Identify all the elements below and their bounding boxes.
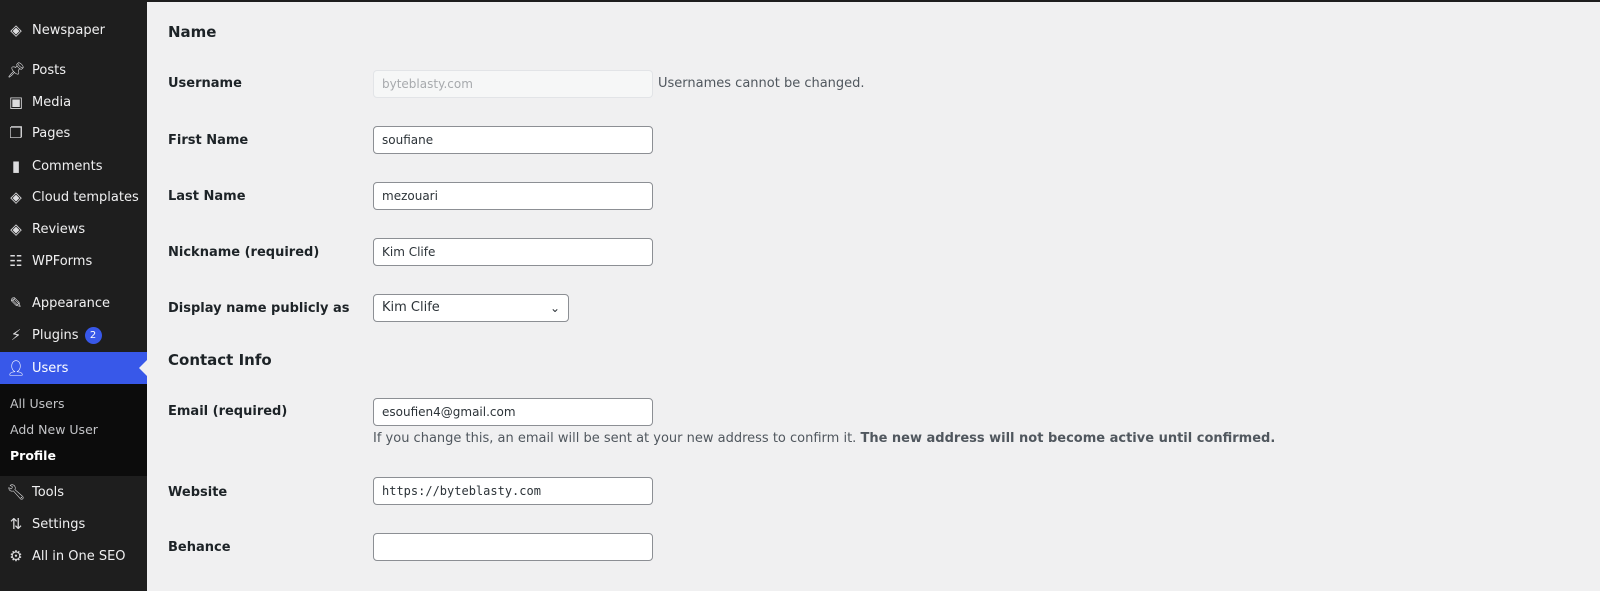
first-name-label: First Name [168, 133, 249, 148]
sidebar-item-wpforms[interactable]: ☷ WPForms [0, 245, 147, 277]
sidebar-item-posts[interactable]: 📌︎ Posts [0, 54, 147, 86]
submenu-all-users[interactable]: All Users [10, 396, 64, 411]
email-note: If you change this, an email will be sen… [373, 431, 1276, 446]
nickname-input[interactable]: Kim Clife [373, 238, 653, 266]
website-input[interactable]: https://byteblasty.com [373, 477, 653, 505]
chevron-down-icon: ⌄ [549, 301, 560, 315]
form-icon: ☷ [9, 252, 23, 270]
nickname-label: Nickname (required) [168, 245, 320, 260]
sidebar-item-all-in-one-seo[interactable]: ⚙ All in One SEO [0, 540, 147, 572]
section-heading-contact-info: Contact Info [168, 351, 272, 369]
first-name-input[interactable]: soufiane [373, 126, 653, 154]
media-icon: ▣ [8, 93, 24, 111]
settings-icon: ⇅ [9, 515, 23, 533]
email-input[interactable]: esoufien4@gmail.com [373, 398, 653, 426]
sidebar-item-newspaper[interactable]: ◈ Newspaper [0, 14, 147, 46]
sidebar-item-media[interactable]: ▣ Media [0, 86, 147, 118]
comment-icon: ▮ [11, 157, 21, 175]
section-heading-name: Name [168, 23, 217, 41]
sidebar-item-cloud-templates[interactable]: ◈ Cloud templates [0, 181, 147, 213]
wrench-icon: 🔧︎ [6, 483, 26, 501]
sidebar-item-pages[interactable]: ❐ Pages [0, 117, 147, 149]
brush-icon: ✎ [9, 294, 23, 312]
username-input: byteblasty.com [373, 70, 653, 98]
sidebar-item-settings[interactable]: ⇅ Settings [0, 508, 147, 540]
newspaper-logo-icon: ◈ [10, 21, 22, 39]
submenu-add-new-user[interactable]: Add New User [10, 422, 98, 437]
behance-input[interactable] [373, 533, 653, 561]
sidebar-item-comments[interactable]: ▮ Comments [0, 150, 147, 182]
pin-icon: 📌︎ [6, 61, 26, 79]
seo-icon: ⚙ [9, 547, 23, 565]
sidebar-item-plugins[interactable]: ⚡︎ Plugins 2 [0, 319, 147, 351]
website-label: Website [168, 485, 228, 500]
behance-label: Behance [168, 540, 231, 555]
plugins-update-badge: 2 [84, 326, 102, 344]
sidebar-item-appearance[interactable]: ✎ Appearance [0, 287, 147, 319]
sidebar-item-tools[interactable]: 🔧︎ Tools [0, 476, 147, 508]
newspaper-logo-icon: ◈ [10, 220, 22, 238]
users-submenu: All Users Add New User Profile [0, 384, 147, 476]
display-name-select[interactable]: Kim Clife ⌄ [373, 294, 569, 322]
pages-icon: ❐ [9, 124, 23, 142]
email-label: Email (required) [168, 404, 288, 419]
submenu-profile[interactable]: Profile [10, 448, 56, 463]
sidebar-item-reviews[interactable]: ◈ Reviews [0, 213, 147, 245]
top-border [147, 0, 1600, 2]
admin-sidebar: ◈ Newspaper 📌︎ Posts ▣ Media ❐ Pages ▮ Commen… [0, 0, 147, 591]
sidebar-item-users[interactable]: 👤︎ Users [0, 352, 147, 384]
newspaper-logo-icon: ◈ [10, 188, 22, 206]
username-label: Username [168, 76, 242, 91]
last-name-label: Last Name [168, 189, 246, 204]
last-name-input[interactable]: mezouari [373, 182, 653, 210]
username-note: Usernames cannot be changed. [658, 76, 865, 91]
user-icon: 👤︎ [6, 359, 26, 377]
plugin-icon: ⚡︎ [10, 326, 22, 344]
display-name-label: Display name publicly as [168, 301, 350, 316]
